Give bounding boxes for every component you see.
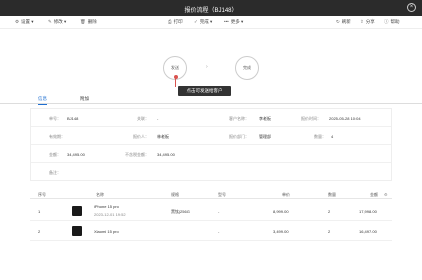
flow-arrow-icon: › xyxy=(206,64,208,70)
column-settings-icon[interactable]: ⚙ xyxy=(384,192,388,197)
share-icon: ⇪ xyxy=(360,19,364,24)
tab-attachments[interactable]: 附加 xyxy=(80,96,89,104)
table-row[interactable]: 1 iPhone 15 pro 2023-12-01 19:52 黑钛|256G… xyxy=(30,201,392,221)
more-icon: ••• xyxy=(224,19,229,24)
help-button[interactable]: ⓘ 帮助 xyxy=(384,19,400,25)
settings-button[interactable]: ⚙ 设置 ▾ xyxy=(15,19,34,25)
customer-name: 李老板 xyxy=(259,116,271,121)
more-button[interactable]: ••• 更多 ▾ xyxy=(224,19,243,25)
help-icon: ⓘ xyxy=(384,19,389,24)
flow-node-complete[interactable]: 完成 xyxy=(235,56,259,80)
refresh-button[interactable]: ↻ 刷新 xyxy=(336,19,351,25)
complete-button[interactable]: ✓ 完成 ▾ xyxy=(194,19,212,25)
edit-button[interactable]: ✎ 修改 ▾ xyxy=(48,19,66,25)
pencil-icon: ✎ xyxy=(48,19,52,24)
gear-icon: ⚙ xyxy=(15,19,20,24)
product-thumbnail xyxy=(72,206,82,216)
info-panel: 单号： BJ148 关联： - 客户名称： 李老板 报价时间： 2025-05-… xyxy=(30,108,392,181)
tooltip: 点击可发送给客户 xyxy=(178,86,231,96)
info-row: 备注： xyxy=(49,170,61,175)
table-header: 序号 名称 规格 型号 单价 数量 金额 ⚙ xyxy=(30,189,392,199)
info-row: 单号： BJ148 关联： - 客户名称： 李老板 报价时间： 2025-05-… xyxy=(31,109,391,127)
check-icon: ✓ xyxy=(194,19,198,24)
order-number: BJ148 xyxy=(67,116,79,121)
print-button[interactable]: ⎙ 打印 xyxy=(168,19,183,25)
info-row: 金额： 34,495.00 不含税金额： 34,495.00 xyxy=(31,145,391,163)
share-button[interactable]: ⇪ 分享 xyxy=(360,19,375,25)
printer-icon: ⎙ xyxy=(168,19,172,24)
tab-bar: 信息 附加 xyxy=(0,96,422,105)
refresh-icon: ↻ xyxy=(336,19,340,24)
product-thumbnail xyxy=(72,226,82,236)
info-row: 有效期： 报价人： 林老板 报价部门： 管理部 数量： 4 xyxy=(31,127,391,145)
delete-button[interactable]: 🗑 删除 xyxy=(80,19,97,25)
table-row[interactable]: 2 Xiaomi 15 pro - 3,499.00 2 16,497.00 xyxy=(30,221,392,241)
window-title: 报价流程（BJ148） xyxy=(184,8,238,14)
toolbar: ⚙ 设置 ▾ ✎ 修改 ▾ 🗑 删除 ⎙ 打印 ✓ 完成 ▾ ••• 更多 ▾ ↻ 刷新 ⇪ 分… xyxy=(0,16,422,29)
trash-icon: 🗑 xyxy=(80,19,86,24)
close-icon[interactable]: × xyxy=(407,3,416,12)
tab-info[interactable]: 信息 xyxy=(38,96,47,105)
title-bar: 报价流程（BJ148） × xyxy=(0,0,422,16)
pin-marker-icon xyxy=(173,75,178,87)
